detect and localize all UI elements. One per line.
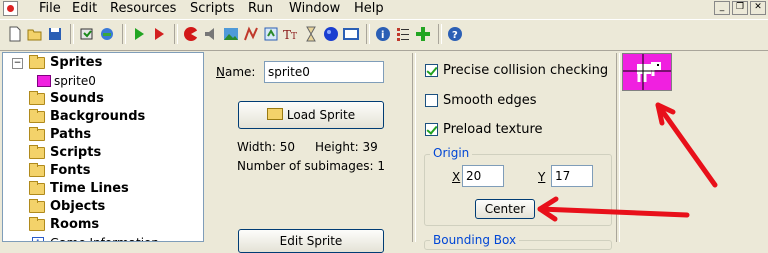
folder-icon — [29, 217, 45, 231]
extension-packages-icon[interactable] — [414, 25, 432, 43]
game-info-icon — [32, 236, 44, 241]
precise-collision-checkbox[interactable] — [425, 64, 438, 77]
create-executable-icon[interactable] — [78, 25, 96, 43]
name-label: Name: — [216, 65, 256, 79]
menu-bar: File Edit Resources Scripts Run Window H… — [0, 0, 768, 18]
folder-icon — [29, 181, 45, 195]
svg-text:?: ? — [452, 30, 458, 41]
bounding-box-title: Bounding Box — [430, 233, 520, 247]
tree-item-sprites[interactable]: − Sprites — [3, 54, 203, 72]
width-text: Width: 50 — [237, 140, 295, 154]
sprite-preview — [622, 53, 672, 91]
folder-icon — [29, 199, 45, 213]
run-icon[interactable] — [130, 25, 148, 43]
origin-x-label: X — [452, 170, 461, 184]
new-icon[interactable] — [6, 25, 24, 43]
menu-resources[interactable]: Resources — [108, 0, 178, 18]
folder-icon — [29, 145, 45, 159]
add-sound-icon[interactable] — [202, 25, 220, 43]
folder-icon — [29, 127, 45, 141]
toolbar-separator — [174, 24, 178, 44]
menu-file[interactable]: File — [37, 0, 63, 18]
svg-text:T: T — [283, 28, 291, 42]
menu-scripts[interactable]: Scripts — [188, 0, 236, 18]
add-path-icon[interactable] — [242, 25, 260, 43]
menu-help[interactable]: Help — [352, 0, 386, 18]
publish-icon[interactable] — [98, 25, 116, 43]
menu-edit[interactable]: Edit — [70, 0, 99, 18]
minimize-button[interactable]: _ — [714, 1, 730, 15]
sprite-image — [623, 54, 671, 90]
load-sprite-button[interactable]: Load Sprite — [238, 101, 384, 129]
preload-texture-label: Preload texture — [443, 122, 543, 137]
toolbar-separator — [438, 24, 442, 44]
menu-run[interactable]: Run — [246, 0, 275, 18]
resource-tree: − Sprites sprite0 Sounds Backgrounds Pat… — [2, 52, 204, 242]
toolbar: TT i ? — [0, 19, 768, 51]
game-info-icon[interactable]: i — [374, 25, 392, 43]
tree-item-rooms[interactable]: Rooms — [3, 216, 203, 234]
add-timeline-icon[interactable] — [302, 25, 320, 43]
open-folder-icon — [266, 108, 283, 120]
svg-text:i: i — [381, 30, 384, 41]
open-icon[interactable] — [26, 25, 44, 43]
folder-icon — [29, 91, 45, 105]
subimages-text: Number of subimages: 1 — [237, 159, 385, 173]
smooth-edges-checkbox[interactable] — [425, 94, 438, 107]
global-settings-icon[interactable] — [394, 25, 412, 43]
toolbar-separator — [366, 24, 370, 44]
tree-item-fonts[interactable]: Fonts — [3, 162, 203, 180]
toolbar-separator — [122, 24, 126, 44]
menu-window[interactable]: Window — [287, 0, 342, 18]
center-button[interactable]: Center — [475, 199, 535, 219]
arrow-to-center-button — [537, 206, 690, 218]
preload-texture-checkbox[interactable] — [425, 123, 438, 136]
add-sprite-icon[interactable] — [182, 25, 200, 43]
app-icon[interactable] — [3, 1, 18, 16]
tree-item-game-information[interactable]: Game Information — [3, 234, 203, 241]
collapse-icon[interactable]: − — [12, 58, 23, 69]
precise-collision-label: Precise collision checking — [443, 63, 609, 78]
folder-icon — [29, 55, 45, 69]
run-debug-icon[interactable] — [150, 25, 168, 43]
annotation-arrows — [537, 102, 718, 222]
add-font-icon[interactable]: TT — [282, 25, 300, 43]
add-object-icon[interactable] — [322, 25, 340, 43]
tree-item-sounds[interactable]: Sounds — [3, 90, 203, 108]
smooth-edges-label: Smooth edges — [443, 93, 537, 108]
origin-title: Origin — [430, 146, 473, 160]
add-background-icon[interactable] — [222, 25, 240, 43]
help-icon[interactable]: ? — [446, 25, 464, 43]
toolbar-separator — [70, 24, 74, 44]
sprite-icon — [37, 75, 51, 87]
edit-sprite-button[interactable]: Edit Sprite — [238, 229, 384, 253]
add-room-icon[interactable] — [342, 25, 360, 43]
folder-icon — [29, 163, 45, 177]
height-text: Height: 39 — [315, 140, 378, 154]
name-field[interactable]: sprite0 — [264, 61, 384, 83]
tree-item-backgrounds[interactable]: Backgrounds — [3, 108, 203, 126]
folder-icon — [29, 109, 45, 123]
arrow-to-preview — [655, 102, 718, 188]
restore-button[interactable]: ❐ — [732, 1, 748, 15]
save-icon[interactable] — [46, 25, 64, 43]
tree-item-scripts[interactable]: Scripts — [3, 144, 203, 162]
svg-text:T: T — [291, 32, 297, 42]
close-button[interactable]: ✕ — [750, 1, 766, 15]
tree-item-timelines[interactable]: Time Lines — [3, 180, 203, 198]
panel-divider — [412, 53, 416, 242]
origin-x-field[interactable]: 20 — [462, 165, 504, 187]
tree-item-objects[interactable]: Objects — [3, 198, 203, 216]
tree-item-paths[interactable]: Paths — [3, 126, 203, 144]
tree-item-sprite0[interactable]: sprite0 — [3, 72, 203, 90]
add-script-icon[interactable] — [262, 25, 280, 43]
